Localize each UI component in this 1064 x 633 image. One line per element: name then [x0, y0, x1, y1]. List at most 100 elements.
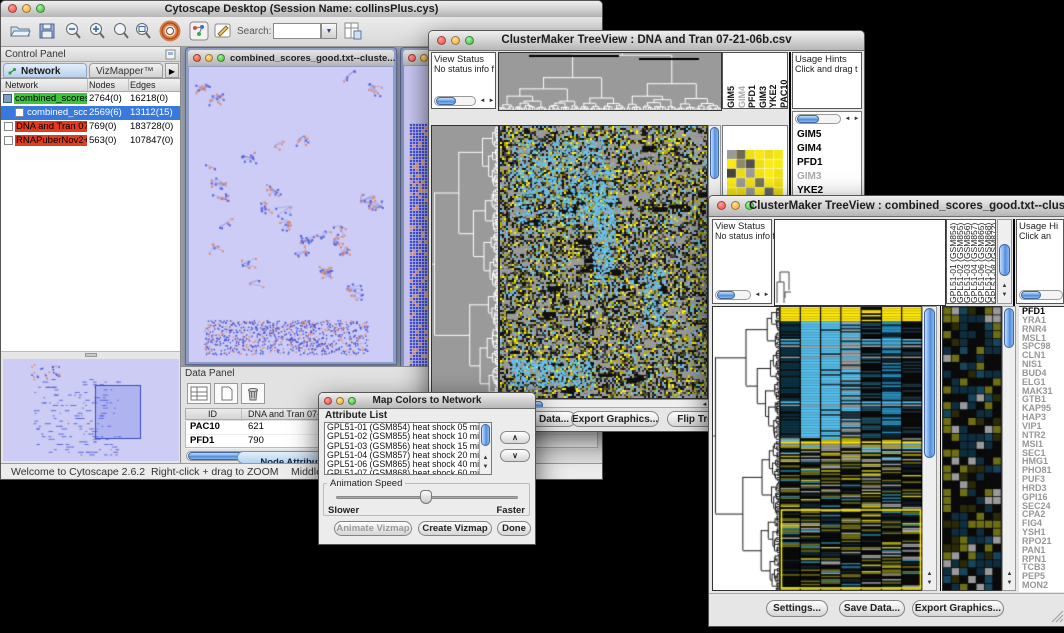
attribute-table-icon[interactable] [343, 21, 363, 46]
tv2-heatmap-vscrollbar[interactable]: ▲ ▼ [922, 306, 937, 591]
minimize-button[interactable] [731, 201, 740, 210]
network-view-canvas[interactable] [189, 67, 393, 362]
zoom-fit-icon[interactable] [133, 21, 153, 46]
tv2-row-dendrogram[interactable] [712, 306, 780, 591]
network-row[interactable]: RNAPuberNov2+f563(0)107847(0) [1, 134, 180, 148]
scroll-right-arrow[interactable]: ► [852, 115, 861, 124]
tv1-view-status: View Status No status info f ◄ ► [431, 52, 496, 109]
scroll-left-arrow[interactable]: ◄ [843, 115, 852, 124]
scroll-up-arrow[interactable]: ▲ [1000, 282, 1009, 291]
gene-label[interactable]: PFD1 [797, 156, 829, 170]
gene-label[interactable]: GIM3 [797, 170, 829, 184]
network-name: DNA and Tran 07 [15, 121, 87, 132]
view-status-hscrollbar[interactable] [715, 290, 751, 300]
scroll-up-arrow[interactable]: ▲ [1005, 570, 1014, 579]
table-grid-icon[interactable] [187, 383, 211, 404]
edges-count: 16218(0) [130, 93, 168, 104]
scroll-left-arrow[interactable]: ◄ [753, 291, 762, 300]
tv2-column-dendrogram[interactable] [774, 219, 946, 306]
save-data-button[interactable]: Save Data... [839, 600, 905, 617]
tv1-labels-hscrollbar[interactable] [795, 114, 841, 124]
tv2-button-bar: Settings... Save Data... Export Graphics… [709, 593, 1064, 625]
tv1-heatmap[interactable] [499, 125, 708, 399]
float-panel-icon[interactable] [165, 49, 176, 62]
faster-label: Faster [496, 505, 525, 516]
search-input[interactable] [273, 23, 321, 39]
attribute-listbox[interactable]: GPL51-01 (GSM854) heat shock 05 minGPL51… [324, 422, 492, 475]
scroll-up-arrow[interactable]: ▲ [481, 454, 490, 463]
move-up-button[interactable]: ∧ [500, 431, 530, 444]
tv1-usage-hints: Usage Hints Click and drag t [792, 52, 862, 109]
slower-label: Slower [328, 505, 359, 516]
scroll-right-arrow[interactable]: ► [762, 291, 771, 300]
scroll-up-arrow[interactable]: ▲ [925, 570, 934, 579]
network-name: RNAPuberNov2+f [15, 135, 87, 146]
tab-vizmapper[interactable]: VizMapper™ [89, 63, 163, 78]
scroll-right-arrow[interactable]: ► [487, 97, 496, 106]
network-row[interactable]: combined_scores2764(0)16218(0) [1, 92, 180, 106]
animate-vizmap-button[interactable]: Animate Vizmap [334, 521, 412, 536]
tv2-zoom-vscrollbar[interactable]: ▲ ▼ [1002, 306, 1016, 591]
close-button[interactable] [408, 54, 416, 62]
file-icon [15, 108, 24, 117]
zoom-button[interactable] [217, 54, 225, 62]
create-vizmap-button[interactable]: Create Vizmap [418, 521, 492, 536]
tv2-zoom-heatmap[interactable] [942, 306, 1002, 591]
tab-network[interactable]: Network [3, 63, 87, 78]
done-button[interactable]: Done [497, 521, 531, 536]
scroll-down-arrow[interactable]: ▼ [481, 463, 490, 472]
navigator-divider-handle[interactable] [85, 353, 97, 357]
tv1-column-dendrogram[interactable] [498, 52, 722, 111]
tv2-collabels-vscrollbar[interactable]: ▲ ▼ [997, 219, 1012, 304]
open-folder-icon[interactable] [9, 21, 31, 46]
annotation-icon[interactable] [213, 21, 233, 46]
treeview2-window: ClusterMaker TreeView : combined_scores_… [708, 195, 1064, 627]
scroll-down-arrow[interactable]: ▼ [1005, 579, 1014, 588]
save-icon[interactable] [37, 21, 57, 46]
attribute-list-vscrollbar[interactable]: ▲ ▼ [479, 423, 491, 474]
settings-button[interactable]: Settings... [766, 600, 828, 617]
tv2-heatmap[interactable] [779, 306, 923, 591]
dialog-titlebar[interactable]: Map Colors to Network [319, 393, 535, 409]
close-button[interactable] [717, 201, 726, 210]
resize-grip[interactable] [1050, 609, 1064, 623]
network-overview-icon[interactable] [189, 21, 209, 46]
zoom-selected-icon[interactable] [111, 21, 131, 46]
minimize-button[interactable] [420, 54, 428, 62]
export-graphics-button[interactable]: Export Graphics... [571, 411, 659, 427]
scroll-left-arrow[interactable]: ◄ [478, 97, 487, 106]
tv2-titlebar[interactable]: ClusterMaker TreeView : combined_scores_… [709, 196, 1064, 217]
export-graphics-button[interactable]: Export Graphics... [912, 600, 1004, 617]
zoom-in-icon[interactable] [87, 21, 107, 46]
usage-hints-hscrollbar[interactable] [1019, 290, 1063, 300]
gene-label[interactable]: MON2 [1019, 581, 1064, 590]
cell-value: 621 [248, 421, 264, 432]
network-row[interactable]: combined_sco2569(6)13112(15) [1, 106, 180, 120]
close-button[interactable] [193, 54, 201, 62]
scroll-down-arrow[interactable]: ▼ [925, 579, 934, 588]
network-row[interactable]: DNA and Tran 07769(0)183728(0) [1, 120, 180, 134]
scroll-down-arrow[interactable]: ▼ [1000, 291, 1009, 300]
zoom-out-icon[interactable] [63, 21, 83, 46]
main-titlebar[interactable]: Cytoscape Desktop (Session Name: collins… [1, 1, 602, 18]
search-dropdown-button[interactable]: ▼ [321, 23, 337, 39]
attribute-list-item[interactable]: GPL51-07 (GSM868) heat shock 60 min [325, 469, 491, 475]
tv1-row-dendrogram[interactable] [431, 125, 499, 399]
nodes-count: 769(0) [89, 121, 116, 132]
tv2-usage-hints: Usage Hi Click an [1016, 219, 1064, 304]
view-status-hscrollbar[interactable] [434, 96, 476, 106]
gene-label[interactable]: GIM4 [797, 142, 829, 156]
minimize-button[interactable] [205, 54, 213, 62]
speed-slider-thumb[interactable] [420, 490, 432, 504]
desktop: Cytoscape Desktop (Session Name: collins… [0, 0, 1064, 633]
gene-label[interactable]: GIM5 [797, 128, 829, 142]
trash-icon[interactable] [241, 383, 265, 404]
move-down-button[interactable]: ∨ [500, 449, 530, 462]
tv1-titlebar[interactable]: ClusterMaker TreeView : DNA and Tran 07-… [429, 31, 864, 51]
tab-overflow-button[interactable]: ▶ [165, 63, 179, 78]
new-document-icon[interactable] [214, 383, 238, 404]
help-ring-icon[interactable] [159, 20, 181, 47]
network-view-window-a[interactable]: combined_scores_good.txt--cluste... [185, 47, 397, 365]
column-label: GPL51-08 (GSM872) [989, 222, 996, 303]
network-navigator-thumbnail[interactable] [3, 359, 179, 461]
